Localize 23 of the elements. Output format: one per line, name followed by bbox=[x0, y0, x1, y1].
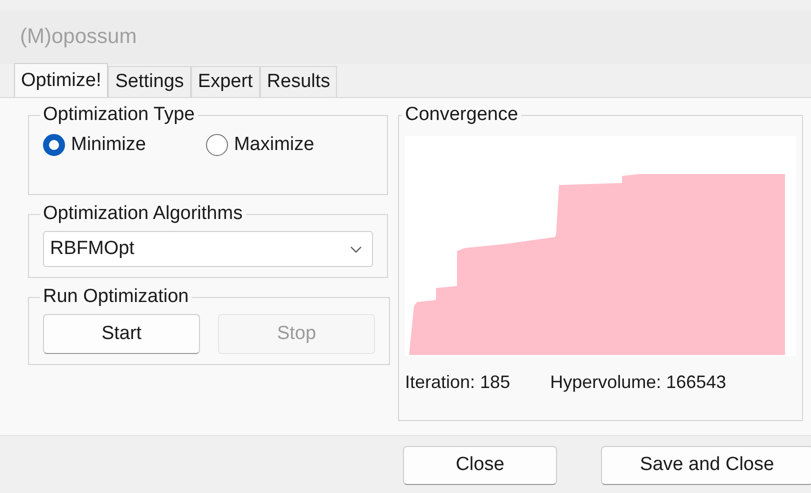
group-title: Optimization Type bbox=[42, 104, 196, 126]
radio-label: Maximize bbox=[234, 134, 314, 156]
radio-icon[interactable] bbox=[206, 134, 228, 156]
close-button[interactable]: Close bbox=[403, 446, 557, 484]
group-title: Run Optimization bbox=[42, 286, 190, 308]
save-and-close-button[interactable]: Save and Close bbox=[601, 446, 811, 484]
iteration-count: Iteration: 185 bbox=[405, 372, 510, 393]
group-title: Optimization Algorithms bbox=[42, 203, 244, 225]
start-button[interactable]: Start bbox=[43, 314, 200, 354]
radio-icon[interactable] bbox=[43, 134, 65, 156]
dropdown-value: RBFMOpt bbox=[50, 238, 134, 260]
algorithm-dropdown[interactable]: RBFMOpt bbox=[43, 231, 373, 267]
window-title: (M)opossum bbox=[20, 25, 137, 49]
tab[interactable]: Expert bbox=[190, 66, 260, 97]
group-title: Convergence bbox=[404, 104, 520, 126]
tab[interactable]: Results bbox=[260, 66, 338, 97]
chevron-down-icon bbox=[350, 246, 362, 252]
radio-option[interactable]: Minimize bbox=[43, 134, 146, 156]
hypervolume-value: Hypervolume: 166543 bbox=[550, 372, 726, 393]
tab[interactable]: Settings bbox=[108, 66, 191, 97]
tab[interactable]: Optimize! bbox=[14, 63, 108, 97]
radio-option[interactable]: Maximize bbox=[206, 134, 314, 156]
radio-label: Minimize bbox=[71, 134, 146, 156]
